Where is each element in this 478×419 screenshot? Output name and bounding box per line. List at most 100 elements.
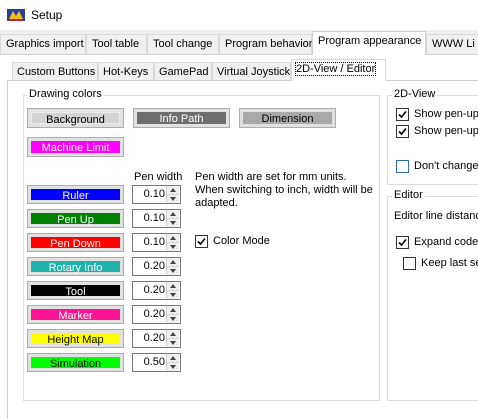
tool-pen-width-stepper[interactable]: 0.20 [132, 281, 181, 300]
stepper-up-button[interactable] [167, 258, 179, 267]
pen-up-color-button[interactable]: Pen Up [27, 209, 124, 228]
tab-program-appearance[interactable]: Program appearance [312, 31, 426, 55]
pen-up-label: Pen Up [57, 214, 94, 226]
tab-graphics-import[interactable]: Graphics import [0, 34, 86, 54]
simulation-swatch: Simulation [31, 357, 120, 370]
stepper-down-button[interactable] [167, 339, 179, 347]
arrow-up-icon [170, 356, 176, 360]
marker-label: Marker [58, 310, 93, 322]
info-path-color-button[interactable]: Info Path [133, 108, 230, 128]
stepper-buttons [166, 282, 180, 299]
stepper-down-button[interactable] [167, 219, 179, 227]
tool-label: Tool [65, 286, 86, 298]
drawing-colors-title: Drawing colors [27, 88, 104, 100]
tab-program-behavior[interactable]: Program behavior [219, 34, 312, 54]
simulation-color-button[interactable]: Simulation [27, 353, 124, 372]
ruler-label: Ruler [62, 190, 89, 202]
marker-color-button[interactable]: Marker [27, 305, 124, 324]
background-color-swatch: Background [31, 112, 120, 126]
stepper-up-button[interactable] [167, 186, 179, 195]
stepper-down-button[interactable] [167, 243, 179, 251]
stepper-down-button[interactable] [167, 291, 179, 299]
marker-pen-width-stepper[interactable]: 0.20 [132, 305, 181, 324]
stepper-down-button[interactable] [167, 363, 179, 371]
tool-swatch: Tool [31, 285, 120, 298]
pen-up-swatch: Pen Up [31, 213, 120, 226]
arrow-down-icon [170, 365, 176, 369]
tab-custom-buttons[interactable]: Custom Buttons [12, 62, 98, 81]
pen-down-color-button[interactable]: Pen Down [27, 233, 124, 252]
tab-hot-keys[interactable]: Hot-Keys [98, 62, 154, 81]
stepper-up-button[interactable] [167, 210, 179, 219]
stepper-up-button[interactable] [167, 330, 179, 339]
stepper-up-button[interactable] [167, 234, 179, 243]
show-pen-up-checkbox-2[interactable] [396, 125, 409, 138]
tab-www[interactable]: WWW Li [426, 34, 478, 54]
keep-last-checkbox[interactable] [403, 257, 416, 270]
editor-title: Editor [392, 189, 425, 201]
check-icon [197, 237, 206, 246]
rotary-info-color-button[interactable]: Rotary Info [27, 257, 124, 276]
pen-width-value: 0.50 [143, 356, 165, 368]
height-map-pen-width-stepper[interactable]: 0.20 [132, 329, 181, 348]
tab-tool-change[interactable]: Tool change [147, 34, 219, 54]
arrow-down-icon [170, 293, 176, 297]
stepper-buttons [166, 234, 180, 251]
expand-code-checkbox[interactable] [396, 236, 409, 249]
stepper-buttons [166, 210, 180, 227]
info-path-swatch: Info Path [137, 112, 226, 125]
title-bar: Setup [0, 0, 478, 30]
dimension-color-button[interactable]: Dimension [239, 108, 336, 128]
app-icon [7, 9, 25, 21]
arrow-down-icon [170, 221, 176, 225]
pen-width-value: 0.20 [143, 260, 165, 272]
stepper-buttons [166, 306, 180, 323]
machine-limit-color-button[interactable]: Machine Limit [27, 137, 124, 157]
arrow-up-icon [170, 188, 176, 192]
stepper-up-button[interactable] [167, 306, 179, 315]
stepper-up-button[interactable] [167, 282, 179, 291]
tab-gamepad[interactable]: GamePad [154, 62, 212, 81]
stepper-down-button[interactable] [167, 315, 179, 323]
stepper-up-button[interactable] [167, 354, 179, 363]
dont-change-checkbox[interactable] [396, 160, 409, 173]
stepper-buttons [166, 330, 180, 347]
arrow-up-icon [170, 332, 176, 336]
pen-down-pen-width-stepper[interactable]: 0.10 [132, 233, 181, 252]
machine-limit-swatch: Machine Limit [31, 141, 120, 154]
stepper-down-button[interactable] [167, 195, 179, 203]
pen-width-value: 0.10 [143, 212, 165, 224]
view-2d-title: 2D-View [392, 88, 438, 100]
background-color-button[interactable]: Background [27, 108, 124, 128]
ruler-pen-width-stepper[interactable]: 0.10 [132, 185, 181, 204]
arrow-down-icon [170, 245, 176, 249]
show-pen-up-checkbox-1[interactable] [396, 108, 409, 121]
stepper-buttons [166, 258, 180, 275]
stepper-down-button[interactable] [167, 267, 179, 275]
arrow-up-icon [170, 260, 176, 264]
simulation-label: Simulation [49, 358, 102, 370]
rotary-info-label: Rotary Info [48, 262, 103, 274]
rotary-info-swatch: Rotary Info [31, 261, 120, 274]
dimension-swatch: Dimension [243, 112, 332, 125]
show-pen-up-label-1: Show pen-up [414, 108, 478, 120]
tab-2d-view-editor[interactable]: 2D-View / Editor [291, 59, 386, 81]
pen-width-header: Pen width [134, 171, 183, 183]
tab-virtual-joystick[interactable]: Virtual Joystick [212, 62, 291, 81]
simulation-pen-width-stepper[interactable]: 0.50 [132, 353, 181, 372]
ruler-color-button[interactable]: Ruler [27, 185, 124, 204]
tool-color-button[interactable]: Tool [27, 281, 124, 300]
pen-up-pen-width-stepper[interactable]: 0.10 [132, 209, 181, 228]
rotary-info-pen-width-stepper[interactable]: 0.20 [132, 257, 181, 276]
ruler-swatch: Ruler [31, 189, 120, 202]
check-icon [398, 238, 407, 247]
keep-last-label: Keep last se [421, 257, 478, 269]
main-tab-strip: Graphics import Tool table Tool change P… [0, 30, 478, 55]
arrow-up-icon [170, 308, 176, 312]
arrow-up-icon [170, 212, 176, 216]
tab-tool-table[interactable]: Tool table [86, 34, 147, 54]
pen-width-note-line-1: Pen width are set for mm units. [195, 171, 347, 183]
check-icon [398, 127, 407, 136]
color-mode-checkbox[interactable] [195, 235, 208, 248]
height-map-color-button[interactable]: Height Map [27, 329, 124, 348]
